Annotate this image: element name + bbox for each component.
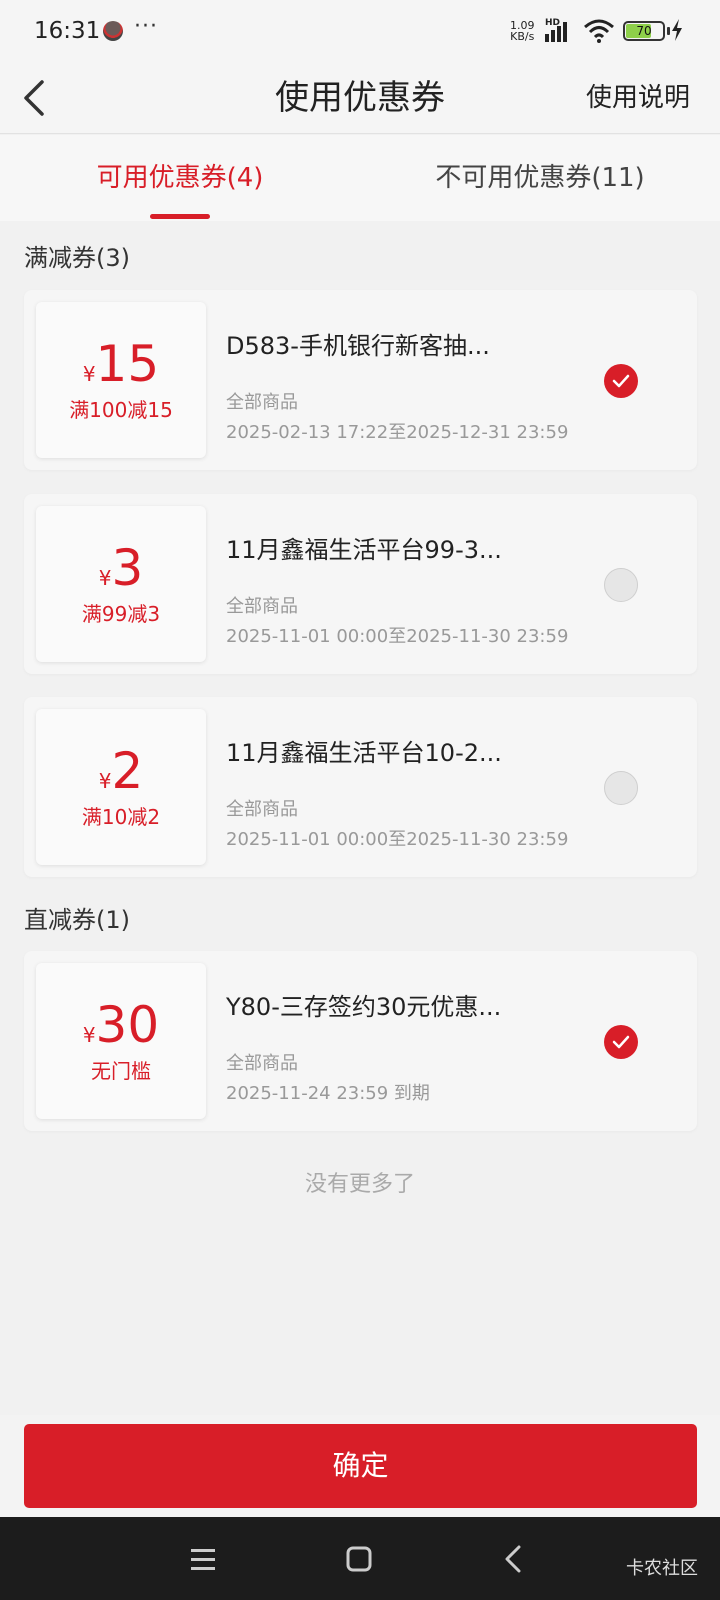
currency-symbol: ¥ bbox=[98, 566, 112, 590]
coupon-condition: 无门槛 bbox=[91, 1059, 151, 1083]
battery-level: 70 bbox=[636, 24, 652, 38]
coupon-checkbox-unchecked[interactable] bbox=[604, 568, 638, 602]
checkmark-icon bbox=[612, 374, 630, 388]
network-speed-unit: KB/s bbox=[510, 30, 535, 43]
coupon-amount-box: ¥15 满100减15 bbox=[36, 302, 206, 458]
coupon-condition: 满99减3 bbox=[81, 602, 161, 626]
home-icon[interactable] bbox=[341, 1541, 377, 1577]
network-speed: 1.09 KB/s bbox=[510, 20, 535, 42]
coupon-amount: 15 bbox=[95, 335, 160, 393]
coupon-condition: 满100减15 bbox=[69, 398, 173, 422]
coupon-validity: 2025-02-13 17:22至2025-12-31 23:59 bbox=[226, 422, 569, 443]
checkmark-icon bbox=[612, 1035, 630, 1049]
battery-cap bbox=[667, 27, 670, 35]
status-time: 16:31 bbox=[34, 18, 101, 44]
active-tab-indicator bbox=[150, 214, 210, 219]
coupon-validity: 2025-11-01 00:00至2025-11-30 23:59 bbox=[226, 829, 569, 850]
nav-bar: 使用优惠券 使用说明 bbox=[0, 62, 720, 134]
currency-symbol: ¥ bbox=[98, 769, 112, 793]
coupon-name: Y80-三存签约30元优惠... bbox=[226, 993, 502, 1021]
coupon-scope: 全部商品 bbox=[226, 392, 298, 413]
tab-unavailable-coupons[interactable]: 不可用优惠券(11) bbox=[410, 135, 670, 221]
charging-icon bbox=[672, 19, 682, 41]
coupon-scope: 全部商品 bbox=[226, 1053, 298, 1074]
coupon-checkbox-checked[interactable] bbox=[604, 364, 638, 398]
coupon-validity: 2025-11-24 23:59 到期 bbox=[226, 1083, 430, 1104]
coupon-amount-box: ¥30 无门槛 bbox=[36, 963, 206, 1119]
more-notifications-icon: ··· bbox=[134, 14, 158, 39]
status-bar: 16:31 ··· 1.09 KB/s HD 70 bbox=[0, 0, 720, 62]
currency-symbol: ¥ bbox=[82, 1023, 96, 1047]
currency-symbol: ¥ bbox=[82, 362, 96, 386]
coupon-name: D583-手机银行新客抽... bbox=[226, 332, 490, 360]
menu-icon[interactable] bbox=[185, 1541, 221, 1577]
coupon-name: 11月鑫福生活平台10-2... bbox=[226, 739, 502, 767]
confirm-button[interactable]: 确定 bbox=[24, 1424, 697, 1508]
tab-available-coupons[interactable]: 可用优惠券(4) bbox=[60, 135, 300, 221]
watermark: 卡农社区 bbox=[626, 1558, 698, 1579]
coupon-card[interactable]: ¥15 满100减15 D583-手机银行新客抽... 全部商品 2025-02… bbox=[24, 290, 697, 470]
system-navigation-bar bbox=[0, 1517, 720, 1600]
usage-instructions-link[interactable]: 使用说明 bbox=[586, 62, 690, 134]
notification-avatar-icon bbox=[103, 21, 123, 41]
coupon-card[interactable]: ¥3 满99减3 11月鑫福生活平台99-3... 全部商品 2025-11-0… bbox=[24, 494, 697, 674]
coupon-checkbox-checked[interactable] bbox=[604, 1025, 638, 1059]
coupon-card[interactable]: ¥30 无门槛 Y80-三存签约30元优惠... 全部商品 2025-11-24… bbox=[24, 951, 697, 1131]
back-nav-icon[interactable] bbox=[497, 1541, 533, 1577]
coupon-card[interactable]: ¥2 满10减2 11月鑫福生活平台10-2... 全部商品 2025-11-0… bbox=[24, 697, 697, 877]
coupon-validity: 2025-11-01 00:00至2025-11-30 23:59 bbox=[226, 626, 569, 647]
coupon-scope: 全部商品 bbox=[226, 799, 298, 820]
coupon-scope: 全部商品 bbox=[226, 596, 298, 617]
coupon-amount: 3 bbox=[111, 539, 144, 597]
end-of-list-text: 没有更多了 bbox=[304, 1172, 415, 1197]
coupon-condition: 满10减2 bbox=[81, 805, 161, 829]
wifi-icon bbox=[584, 19, 614, 43]
section-title-full-reduction: 满减券(3) bbox=[24, 244, 130, 272]
coupon-amount: 2 bbox=[111, 742, 144, 800]
section-title-direct-reduction: 直减券(1) bbox=[24, 906, 130, 934]
battery-icon: 70 bbox=[623, 21, 665, 41]
confirm-bar: 确定 bbox=[0, 1415, 720, 1517]
coupon-name: 11月鑫福生活平台99-3... bbox=[226, 536, 502, 564]
coupon-amount-box: ¥2 满10减2 bbox=[36, 709, 206, 865]
hd-badge: HD bbox=[545, 18, 561, 28]
coupon-amount: 30 bbox=[95, 996, 160, 1054]
coupon-tabs: 可用优惠券(4) 不可用优惠券(11) bbox=[0, 135, 720, 221]
coupon-amount-box: ¥3 满99减3 bbox=[36, 506, 206, 662]
coupon-checkbox-unchecked[interactable] bbox=[604, 771, 638, 805]
